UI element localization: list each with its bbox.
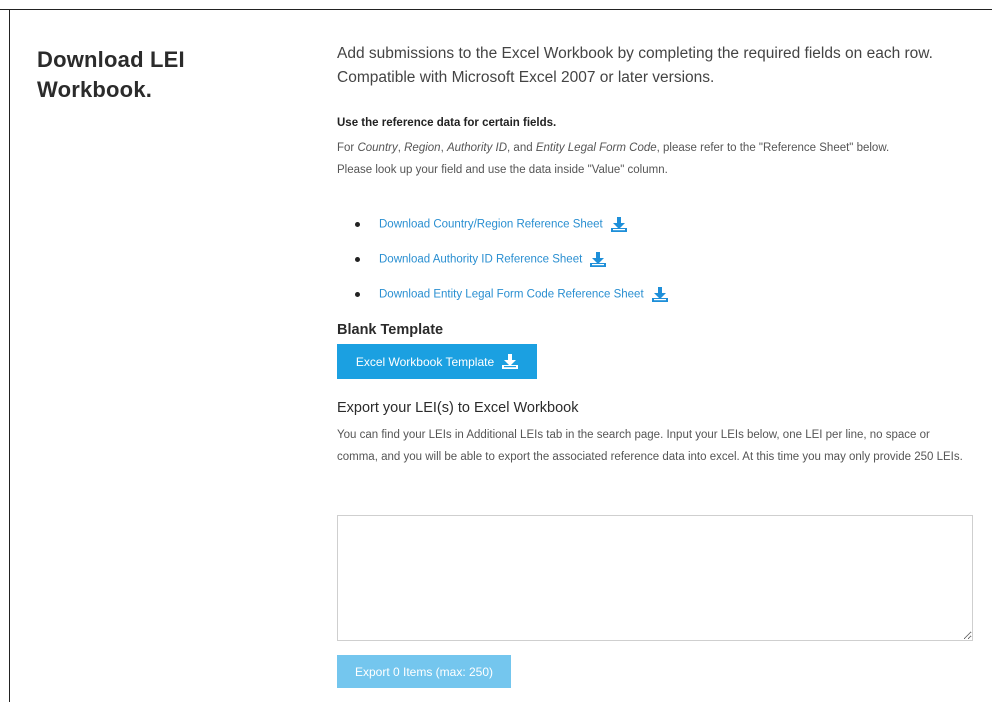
download-icon — [651, 287, 668, 302]
bullet-icon — [355, 257, 360, 262]
reference-heading: Use the reference data for certain field… — [337, 117, 557, 129]
reference-instructions: For Country, Region, Authority ID, and E… — [337, 137, 973, 181]
list-item: Download Entity Legal Form Code Referenc… — [337, 277, 668, 312]
blank-template-title: Blank Template — [337, 322, 444, 338]
export-title: Export your LEI(s) to Excel Workbook — [337, 400, 579, 416]
reference-line-1: For Country, Region, Authority ID, and E… — [337, 137, 973, 159]
download-authority-id-link[interactable]: Download Authority ID Reference Sheet — [379, 252, 607, 267]
download-legal-form-link[interactable]: Download Entity Legal Form Code Referenc… — [379, 287, 668, 302]
list-item: Download Authority ID Reference Sheet — [337, 242, 668, 277]
link-label: Download Country/Region Reference Sheet — [379, 218, 603, 231]
field-legal-form-code: Entity Legal Form Code — [535, 142, 657, 154]
field-region: Region — [404, 142, 441, 154]
field-country: Country — [357, 142, 398, 154]
page-title: Download LEI Workbook. — [37, 45, 267, 105]
reference-sheet-list: Download Country/Region Reference Sheet … — [337, 207, 668, 312]
lei-input[interactable] — [337, 515, 973, 641]
page: Download LEI Workbook. Add submissions t… — [0, 0, 992, 702]
field-authority-id: Authority ID — [446, 142, 508, 154]
left-border — [9, 9, 10, 702]
page-title-line2: Workbook. — [37, 77, 153, 102]
export-button[interactable]: Export 0 Items (max: 250) — [337, 655, 511, 688]
reference-prefix: For — [337, 142, 358, 154]
bullet-icon — [355, 292, 360, 297]
page-title-line1: Download LEI — [37, 47, 185, 72]
list-item: Download Country/Region Reference Sheet — [337, 207, 668, 242]
separator: , and — [507, 142, 536, 154]
link-label: Download Entity Legal Form Code Referenc… — [379, 288, 644, 301]
link-label: Download Authority ID Reference Sheet — [379, 253, 583, 266]
main-content: Add submissions to the Excel Workbook by… — [337, 42, 973, 688]
intro-text: Add submissions to the Excel Workbook by… — [337, 45, 933, 86]
top-border — [0, 9, 992, 10]
reference-suffix: , please refer to the "Reference Sheet" … — [656, 142, 890, 154]
reference-line-2: Please look up your field and use the da… — [337, 164, 668, 176]
button-label: Excel Workbook Template — [355, 354, 495, 369]
bullet-icon — [355, 222, 360, 227]
export-description: You can find your LEIs in Additional LEI… — [337, 429, 963, 463]
download-icon — [590, 252, 607, 267]
download-country-region-link[interactable]: Download Country/Region Reference Sheet — [379, 217, 627, 232]
download-icon — [610, 217, 627, 232]
excel-workbook-template-button[interactable]: Excel Workbook Template — [337, 344, 537, 379]
download-icon — [502, 354, 519, 369]
